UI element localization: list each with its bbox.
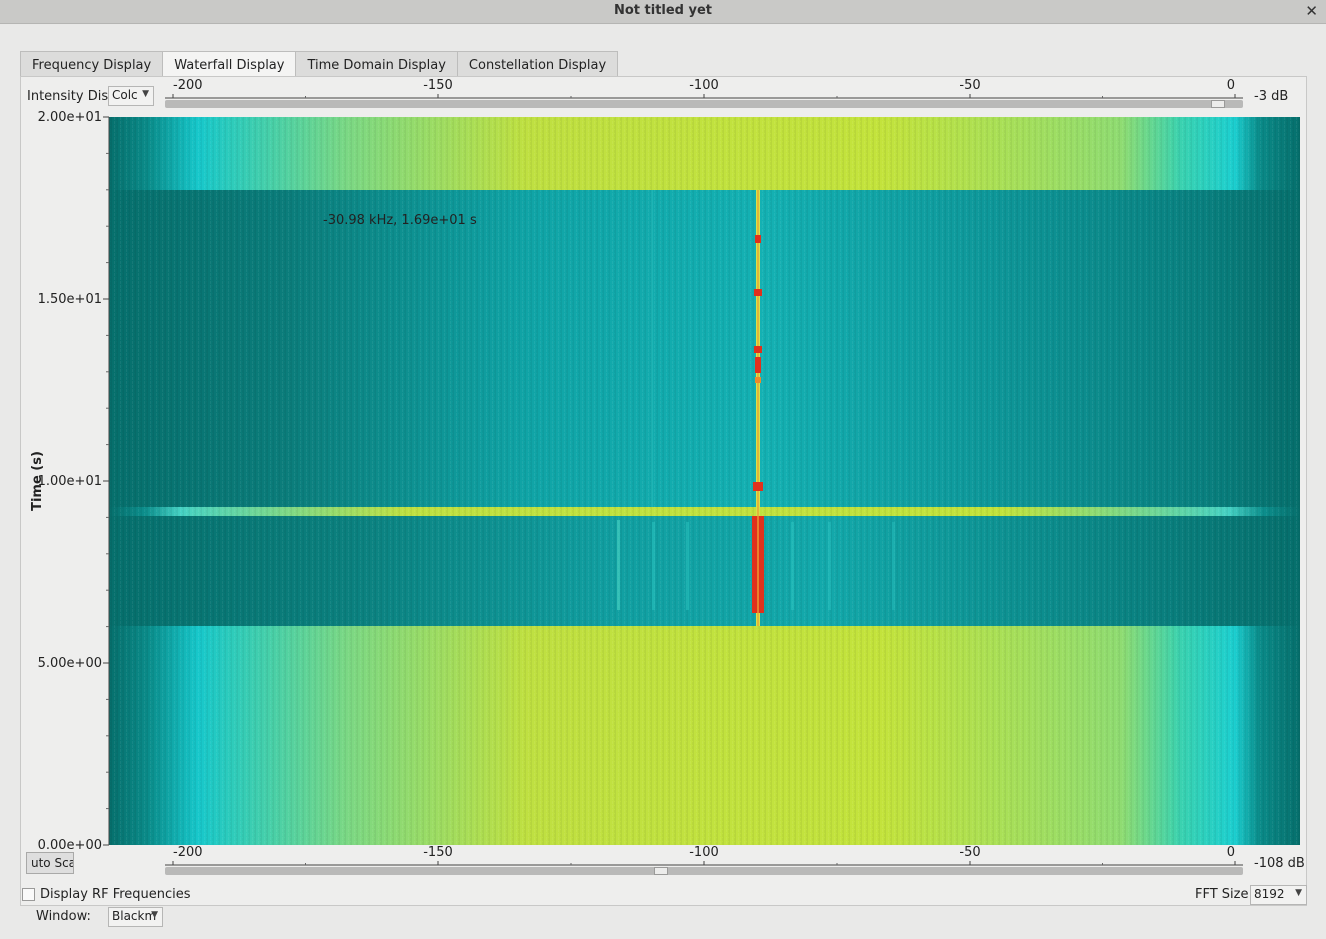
tab-time-domain-display[interactable]: Time Domain Display bbox=[295, 51, 458, 77]
auto-scale-button[interactable]: uto Scal bbox=[26, 852, 74, 874]
close-icon[interactable]: ✕ bbox=[1305, 2, 1318, 20]
y-axis: 2.00e+01 1.50e+01 1.00e+01 5.00e+00 0.00e+00 bbox=[38, 110, 110, 853]
y-axis-tick-label: 2.00e+01 bbox=[38, 110, 102, 125]
tab-frequency-display[interactable]: Frequency Display bbox=[20, 51, 164, 77]
window-title: Not titled yet bbox=[613, 3, 713, 18]
top-axis-tick-label: -150 bbox=[423, 78, 453, 93]
bottom-axis-tick-label: -100 bbox=[689, 845, 719, 860]
carrier-peak bbox=[754, 289, 762, 296]
y-axis-tick-label: 0.00e+00 bbox=[38, 838, 102, 853]
y-axis-tick-label: 5.00e+00 bbox=[38, 656, 102, 671]
top-axis-tick-label: -50 bbox=[959, 78, 980, 93]
fft-size-combo[interactable]: 8192 ▼ bbox=[1250, 885, 1307, 905]
waterfall-chart: -200 -150 -100 -50 0 -200 -150 -100 -50 0 2.00e+… bbox=[30, 78, 1300, 866]
spur-line bbox=[651, 190, 653, 507]
tab-waterfall-display[interactable]: Waterfall Display bbox=[162, 51, 297, 78]
carrier-peak bbox=[755, 377, 761, 383]
carrier-peak bbox=[753, 482, 763, 491]
tab-constellation-display[interactable]: Constellation Display bbox=[456, 51, 619, 77]
bottom-axis: -200 -150 -100 -50 0 bbox=[165, 845, 1243, 866]
window-combo[interactable]: Blackm ▼ bbox=[108, 907, 163, 927]
rf-frequencies-label: Display RF Frequencies bbox=[40, 887, 191, 902]
y-axis-label: Time (s) bbox=[30, 451, 45, 511]
carrier-peak bbox=[755, 357, 761, 373]
fft-size-value: 8192 bbox=[1254, 887, 1285, 901]
waterfall-image[interactable] bbox=[109, 117, 1300, 845]
waterfall-noise bbox=[109, 117, 1300, 845]
bottom-axis-tick-label: -150 bbox=[423, 845, 453, 860]
rf-frequencies-checkbox[interactable] bbox=[22, 888, 35, 901]
bottom-axis-tick-label: -200 bbox=[173, 845, 203, 860]
bottom-axis-tick-label: 0 bbox=[1227, 845, 1235, 860]
y-axis-tick-label: 1.00e+01 bbox=[38, 474, 102, 489]
min-db-label: -108 dB bbox=[1254, 856, 1305, 871]
chevron-down-icon: ▼ bbox=[1295, 888, 1302, 898]
top-axis-tick-label: 0 bbox=[1227, 78, 1235, 93]
bottom-slider-track[interactable] bbox=[165, 867, 1243, 875]
bottom-axis-tick-label: -50 bbox=[959, 845, 980, 860]
chevron-down-icon: ▼ bbox=[151, 910, 158, 920]
spur-line bbox=[617, 520, 620, 610]
y-axis-tick-label: 1.50e+01 bbox=[38, 292, 102, 307]
spur-line bbox=[652, 522, 655, 610]
top-axis-tick-label: -100 bbox=[689, 78, 719, 93]
tab-bar: Frequency Display Waterfall Display Time… bbox=[20, 51, 619, 78]
main-content: Frequency Display Waterfall Display Time… bbox=[0, 25, 1326, 939]
carrier-peak bbox=[755, 235, 761, 243]
spur-line bbox=[791, 522, 794, 610]
title-bar: Not titled yet ✕ bbox=[0, 0, 1326, 24]
carrier-peak bbox=[754, 346, 762, 353]
waterfall-panel: Intensity Disp Colc ▼ -3 dB -200 -150 -1… bbox=[20, 76, 1307, 906]
bottom-slider-handle[interactable] bbox=[654, 867, 668, 875]
carrier-burst-core bbox=[757, 516, 759, 613]
window-label: Window: bbox=[36, 909, 91, 924]
fft-size-label: FFT Size: bbox=[1195, 887, 1253, 902]
marker-readout: -30.98 kHz, 1.69e+01 s bbox=[323, 213, 477, 228]
spur-line bbox=[686, 522, 689, 610]
top-axis: -200 -150 -100 -50 0 bbox=[165, 78, 1243, 99]
spur-line bbox=[892, 522, 895, 610]
top-axis-tick-label: -200 bbox=[173, 78, 203, 93]
window-combo-value: Blackm bbox=[112, 909, 157, 923]
spur-line bbox=[828, 522, 831, 610]
